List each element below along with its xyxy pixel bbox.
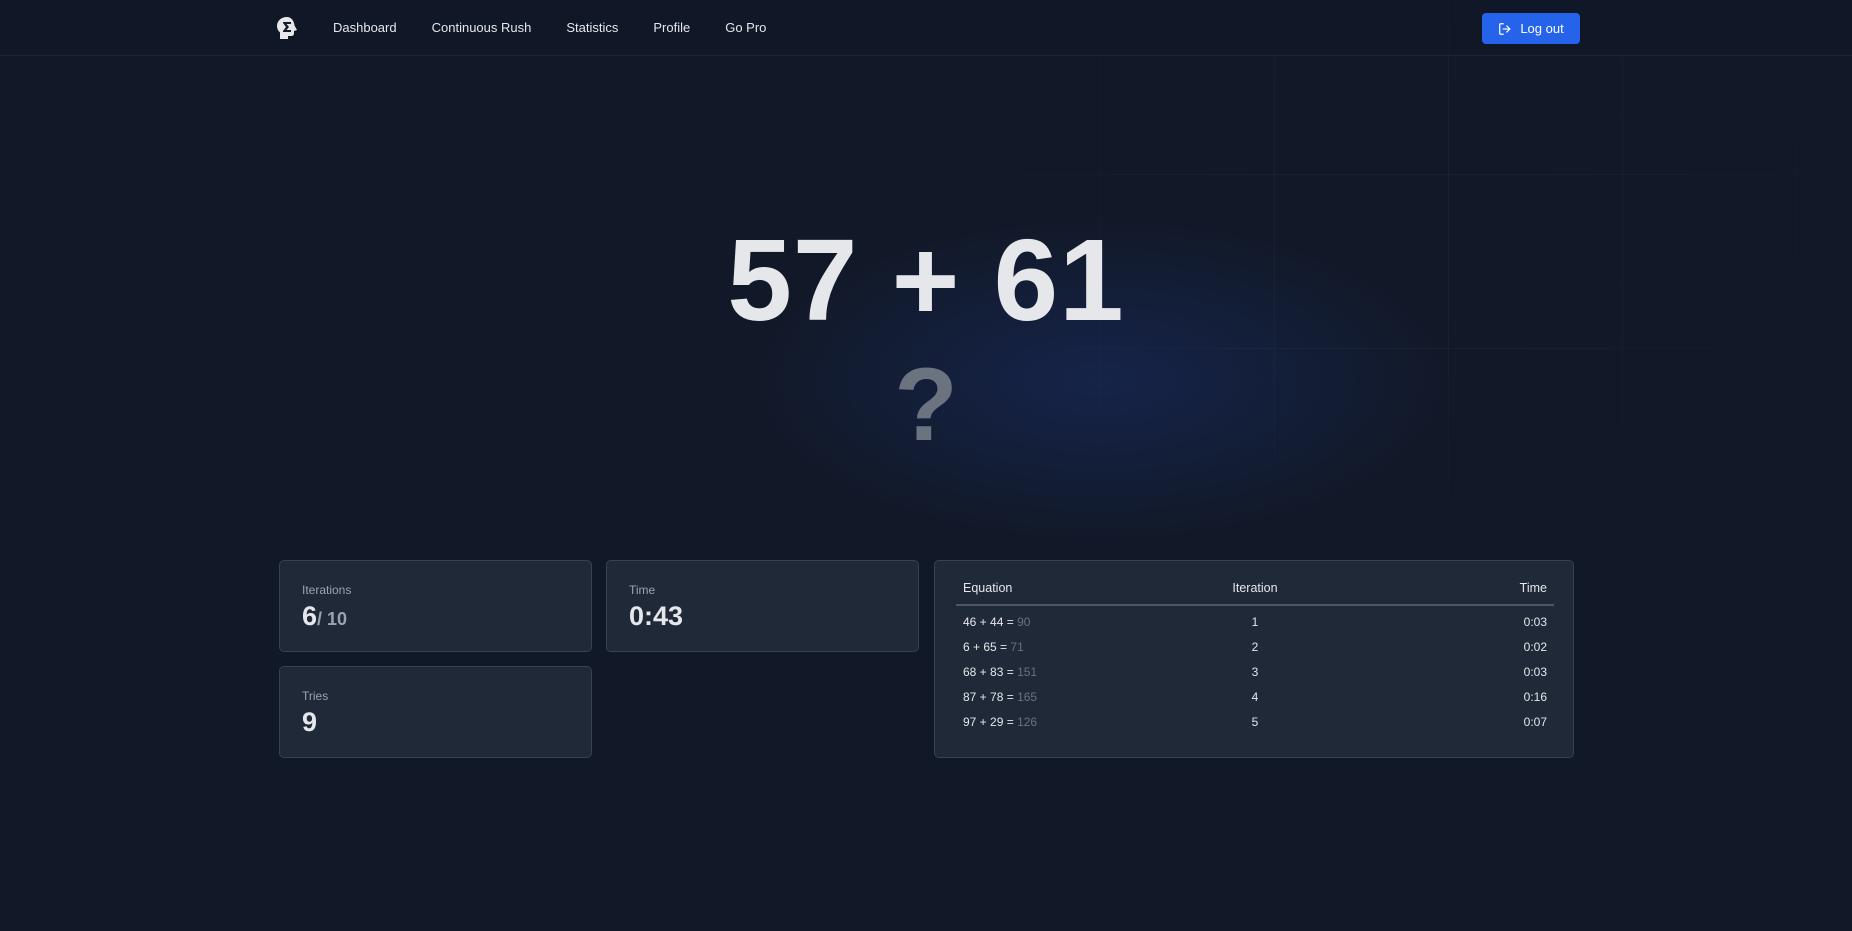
iterations-value: 6/ 10 [302,601,347,632]
row-time: 0:16 [1523,690,1547,704]
row-iteration: 1 [1251,615,1259,629]
header-time: Time [1314,581,1554,606]
row-equation: 46 + 44 = 90 [956,605,1195,634]
table-row: 6 + 65 = 71 2 0:02 [956,634,1554,659]
table-row: 87 + 78 = 165 4 0:16 [956,684,1554,709]
row-equation: 87 + 78 = 165 [956,684,1195,709]
row-time: 0:02 [1523,640,1547,654]
equation-answer: 126 [1017,715,1038,729]
equation-answer: 90 [1017,615,1031,629]
logout-button[interactable]: Log out [1482,13,1580,44]
table-row: 97 + 29 = 126 5 0:07 [956,709,1554,734]
background-grid [0,0,1852,931]
header-equation: Equation [956,581,1196,606]
nav-dashboard[interactable]: Dashboard [333,20,397,35]
equation-answer: 165 [1017,690,1038,704]
equation-text: 68 + 83 = [963,665,1014,679]
nav-profile[interactable]: Profile [653,20,690,35]
time-value: 0:43 [629,601,684,631]
row-time: 0:03 [1523,615,1547,629]
table-row: 68 + 83 = 151 3 0:03 [956,659,1554,684]
row-iteration: 2 [1251,640,1259,654]
equation-answer: 71 [1010,640,1024,654]
nav-go-pro[interactable]: Go Pro [725,20,766,35]
history-card: Equation Iteration Time 46 + 44 = 90 1 0… [934,560,1574,758]
iterations-label: Iterations [302,583,352,597]
row-equation: 97 + 29 = 126 [956,709,1195,734]
tries-label: Tries [302,689,329,703]
logout-icon [1499,22,1511,35]
row-iteration: 5 [1251,715,1259,729]
row-equation: 68 + 83 = 151 [956,659,1195,684]
row-time: 0:03 [1523,665,1547,679]
iterations-total: / 10 [317,609,348,629]
top-navbar: Dashboard Continuous Rush Statistics Pro… [0,0,1852,56]
equation-text: 97 + 29 = [963,715,1014,729]
equation-text: 87 + 78 = [963,690,1014,704]
equation-text: 46 + 44 = [963,615,1014,629]
nav-links: Dashboard Continuous Rush Statistics Pro… [333,0,801,54]
tries-card: Tries 9 [279,666,592,758]
table-row: 46 + 44 = 90 1 0:03 [956,605,1554,634]
time-card: Time 0:43 [606,560,919,652]
nav-continuous-rush[interactable]: Continuous Rush [432,20,532,35]
row-iteration: 3 [1251,665,1259,679]
tries-value: 9 [302,707,318,737]
equation-answer: 151 [1017,665,1038,679]
history-header-row: Equation Iteration Time [956,581,1554,606]
brain-sigma-logo-icon[interactable] [276,16,298,40]
time-label: Time [629,583,656,597]
history-table: Equation Iteration Time 46 + 44 = 90 1 0… [956,581,1554,734]
row-iteration: 4 [1251,690,1259,704]
row-equation: 6 + 65 = 71 [956,634,1195,659]
math-problem: 57 + 61 [727,215,1125,345]
logout-label: Log out [1520,21,1564,36]
answer-placeholder[interactable]: ? [0,350,1852,460]
equation-text: 6 + 65 = [963,640,1008,654]
iterations-current: 6 [302,601,318,631]
nav-statistics[interactable]: Statistics [566,20,618,35]
iterations-card: Iterations 6/ 10 [279,560,592,652]
header-iteration: Iteration [1195,581,1315,606]
row-time: 0:07 [1523,715,1547,729]
